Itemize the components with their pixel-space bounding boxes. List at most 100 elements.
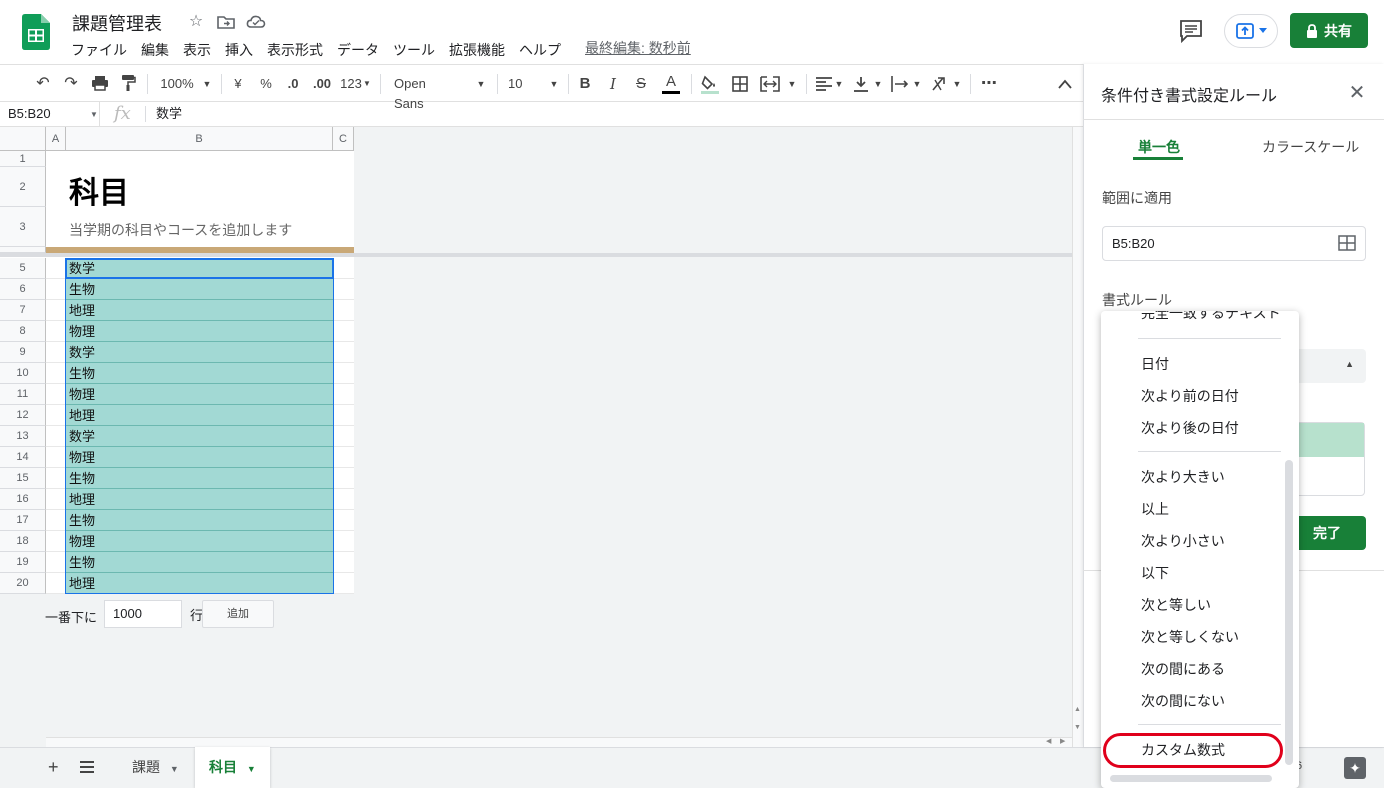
dropdown-horizontal-scrollbar[interactable] xyxy=(1110,775,1272,782)
row-header[interactable]: 10 xyxy=(0,363,46,384)
done-button[interactable]: 完了 xyxy=(1288,516,1366,550)
italic-button[interactable]: I xyxy=(606,74,620,94)
bold-button[interactable]: B xyxy=(578,74,592,94)
menu-format[interactable]: 表示形式 xyxy=(260,38,330,60)
dropdown-item[interactable]: 以下 xyxy=(1141,563,1169,583)
strikethrough-button[interactable]: S xyxy=(634,74,648,94)
zoom-select[interactable]: 100% xyxy=(158,74,196,94)
dropdown-item[interactable]: 次と等しくない xyxy=(1141,627,1239,647)
more-formats-chevron-icon[interactable]: ▼ xyxy=(363,74,371,94)
row-header[interactable]: 9 xyxy=(0,342,46,363)
align-chevron-icon[interactable]: ▼ xyxy=(834,74,844,94)
menu-tools[interactable]: ツール xyxy=(386,38,442,60)
zoom-chevron-icon[interactable]: ▼ xyxy=(202,74,212,94)
text-rotation-icon[interactable] xyxy=(931,76,951,92)
close-icon[interactable]: ✕ xyxy=(1346,82,1368,104)
formula-input[interactable]: 数学 xyxy=(156,102,182,126)
row-header[interactable]: 20 xyxy=(0,573,46,594)
scroll-down-icon[interactable]: ▼ xyxy=(1074,724,1081,731)
valign-chevron-icon[interactable]: ▼ xyxy=(873,74,883,94)
merge-chevron-icon[interactable]: ▼ xyxy=(787,74,797,94)
row-header[interactable]: 7 xyxy=(0,300,46,321)
menu-view[interactable]: 表示 xyxy=(176,38,218,60)
cloud-saved-icon[interactable] xyxy=(246,12,266,32)
borders-icon[interactable] xyxy=(732,76,748,92)
menu-extensions[interactable]: 拡張機能 xyxy=(442,38,512,60)
menu-help[interactable]: ヘルプ xyxy=(512,38,568,60)
move-folder-icon[interactable] xyxy=(216,12,236,32)
wrap-chevron-icon[interactable]: ▼ xyxy=(912,74,922,94)
rotation-chevron-icon[interactable]: ▼ xyxy=(952,74,962,94)
menu-edit[interactable]: 編集 xyxy=(134,38,176,60)
font-size-select[interactable]: 10 xyxy=(508,74,528,94)
row-header[interactable]: 5 xyxy=(0,258,46,279)
row-header[interactable]: 3 xyxy=(0,207,46,247)
dropdown-item[interactable]: 以上 xyxy=(1141,499,1169,519)
present-button[interactable] xyxy=(1224,14,1278,48)
last-edit-link[interactable]: 最終編集: 数秒前 xyxy=(585,38,691,58)
row-header[interactable]: 12 xyxy=(0,405,46,426)
sheet-tab-subjects[interactable]: 科目 ▼ xyxy=(195,747,270,788)
dropdown-item[interactable]: 次より後の日付 xyxy=(1141,418,1239,438)
star-icon[interactable]: ☆ xyxy=(186,12,206,32)
collapse-menus-icon[interactable] xyxy=(1058,79,1072,89)
active-cell[interactable] xyxy=(65,258,334,279)
row-header[interactable]: 14 xyxy=(0,447,46,468)
tab-single-color[interactable]: 単一色 xyxy=(1138,137,1180,157)
add-rows-input[interactable]: 1000 xyxy=(104,600,182,628)
dropdown-item[interactable]: 次の間にある xyxy=(1141,659,1225,679)
row-header[interactable]: 16 xyxy=(0,489,46,510)
dropdown-scrollbar[interactable] xyxy=(1285,460,1293,765)
merge-cells-icon[interactable] xyxy=(760,76,780,92)
share-button[interactable]: 共有 xyxy=(1290,13,1368,48)
document-title[interactable]: 課題管理表 xyxy=(72,10,162,36)
fill-color-icon[interactable] xyxy=(701,74,719,94)
add-sheet-icon[interactable]: + xyxy=(48,757,59,778)
row-header[interactable]: 11 xyxy=(0,384,46,405)
more-options-icon[interactable]: ⋯ xyxy=(980,74,998,94)
menu-data[interactable]: データ xyxy=(330,38,386,60)
decrease-decimal-button[interactable]: .0 xyxy=(284,74,302,94)
comment-history-icon[interactable] xyxy=(1176,18,1206,44)
tab-color-scale[interactable]: カラースケール xyxy=(1262,137,1359,157)
scroll-left-icon[interactable]: ◀ xyxy=(1046,737,1051,745)
dropdown-item[interactable]: 次より大きい xyxy=(1141,467,1225,487)
row-header[interactable]: 1 xyxy=(0,151,46,167)
increase-decimal-button[interactable]: .00 xyxy=(311,74,333,94)
font-size-chevron-icon[interactable]: ▼ xyxy=(549,74,559,94)
dropdown-item[interactable]: 次の間にない xyxy=(1141,691,1225,711)
column-header-a[interactable]: A xyxy=(46,127,66,151)
percent-format-button[interactable]: % xyxy=(259,74,273,94)
row-header[interactable]: 15 xyxy=(0,468,46,489)
text-wrap-icon[interactable] xyxy=(891,76,909,92)
more-formats-button[interactable]: 123 xyxy=(339,74,363,94)
print-icon[interactable] xyxy=(91,74,109,92)
row-header[interactable]: 17 xyxy=(0,510,46,531)
horizontal-scrollbar[interactable] xyxy=(46,737,1072,747)
scroll-up-icon[interactable]: ▲ xyxy=(1074,706,1081,713)
subject-heading[interactable]: 科目 xyxy=(69,168,129,212)
row-header[interactable]: 13 xyxy=(0,426,46,447)
dropdown-item[interactable]: 次より小さい xyxy=(1141,531,1225,551)
row-header[interactable]: 18 xyxy=(0,531,46,552)
column-header-c[interactable]: C xyxy=(333,127,354,151)
vertical-scrollbar[interactable] xyxy=(1072,127,1083,747)
row-header[interactable]: 6 xyxy=(0,279,46,300)
column-header-b[interactable]: B xyxy=(66,127,333,151)
font-chevron-icon[interactable]: ▼ xyxy=(476,74,486,94)
subject-subtitle[interactable]: 当学期の科目やコースを追加します xyxy=(69,220,292,240)
all-sheets-icon[interactable] xyxy=(80,761,94,773)
scroll-right-icon[interactable]: ▶ xyxy=(1060,737,1065,745)
redo-icon[interactable]: ↷ xyxy=(62,74,80,94)
add-rows-button[interactable]: 追加 xyxy=(202,600,274,628)
align-left-icon[interactable] xyxy=(816,77,832,91)
select-all-corner[interactable] xyxy=(0,127,46,151)
dropdown-item[interactable]: 次と等しい xyxy=(1141,595,1211,615)
vertical-align-icon[interactable] xyxy=(854,76,868,92)
name-box[interactable]: B5:B20 xyxy=(0,102,100,126)
row-header[interactable]: 8 xyxy=(0,321,46,342)
sheets-logo-icon[interactable] xyxy=(22,14,50,50)
sheet-tab-assignments[interactable]: 課題 ▼ xyxy=(118,747,193,788)
undo-icon[interactable]: ↶ xyxy=(34,74,52,94)
range-input[interactable]: B5:B20 xyxy=(1102,226,1366,261)
